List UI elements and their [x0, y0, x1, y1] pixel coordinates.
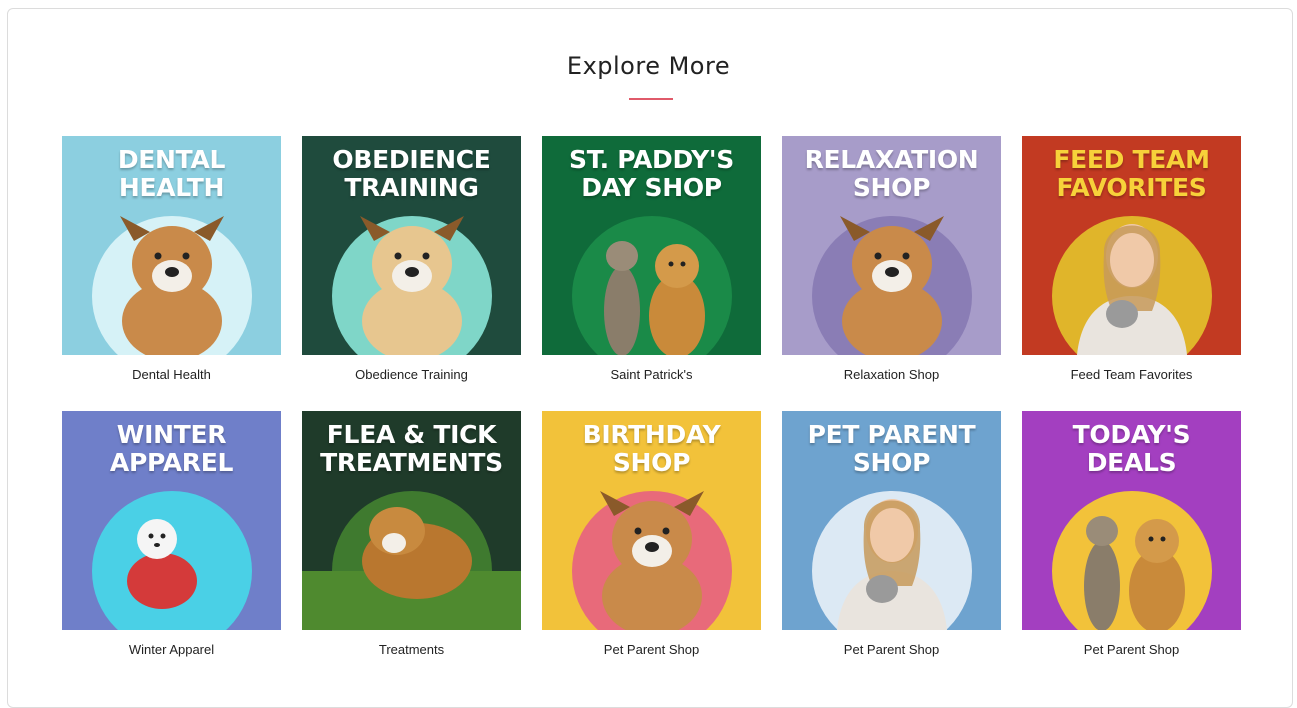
tile-heading: TODAY'S DEALS: [1072, 420, 1191, 477]
tile-caption[interactable]: Pet Parent Shop: [542, 642, 761, 657]
tile-heading: OBEDIENCE TRAINING: [332, 145, 491, 202]
tile-caption[interactable]: Relaxation Shop: [782, 367, 1001, 382]
category-tile-treatments[interactable]: FLEA & TICK TREATMENTS: [302, 411, 521, 630]
category-tile-pet-parent-shop[interactable]: TODAY'S DEALS: [1022, 411, 1241, 630]
tile-heading: RELAXATION SHOP: [804, 145, 979, 202]
section-title: Explore More: [566, 52, 731, 80]
category-tile-obedience-training[interactable]: OBEDIENCE TRAINING: [302, 136, 521, 355]
tile-caption[interactable]: Feed Team Favorites: [1022, 367, 1241, 382]
tile-heading: ST. PADDY'S DAY SHOP: [569, 145, 734, 202]
category-tile-pet-parent-shop[interactable]: BIRTHDAY SHOP: [542, 411, 761, 630]
tile-heading: WINTER APPAREL: [109, 420, 234, 477]
title-underline: [629, 98, 673, 100]
tile-caption[interactable]: Obedience Training: [302, 367, 521, 382]
tile-heading: PET PARENT SHOP: [807, 420, 976, 477]
tile-caption[interactable]: Treatments: [302, 642, 521, 657]
category-tile-relaxation-shop[interactable]: RELAXATION SHOP: [782, 136, 1001, 355]
category-tile-winter-apparel[interactable]: WINTER APPAREL: [62, 411, 281, 630]
tile-heading: DENTAL HEALTH: [117, 145, 226, 202]
category-tile-feed-team-favorites[interactable]: FEED TEAM FAVORITES: [1022, 136, 1241, 355]
tile-caption[interactable]: Winter Apparel: [62, 642, 281, 657]
tile-caption[interactable]: Pet Parent Shop: [782, 642, 1001, 657]
tile-caption[interactable]: Pet Parent Shop: [1022, 642, 1241, 657]
tile-caption[interactable]: Dental Health: [62, 367, 281, 382]
tile-heading: BIRTHDAY SHOP: [582, 420, 721, 477]
tile-heading: FLEA & TICK TREATMENTS: [320, 420, 503, 477]
tile-heading: FEED TEAM FAVORITES: [1053, 145, 1210, 202]
tile-caption[interactable]: Saint Patrick's: [542, 367, 761, 382]
category-tile-saint-patrick-s[interactable]: ST. PADDY'S DAY SHOP: [542, 136, 761, 355]
category-tile-dental-health[interactable]: DENTAL HEALTH: [62, 136, 281, 355]
category-tile-pet-parent-shop[interactable]: PET PARENT SHOP: [782, 411, 1001, 630]
